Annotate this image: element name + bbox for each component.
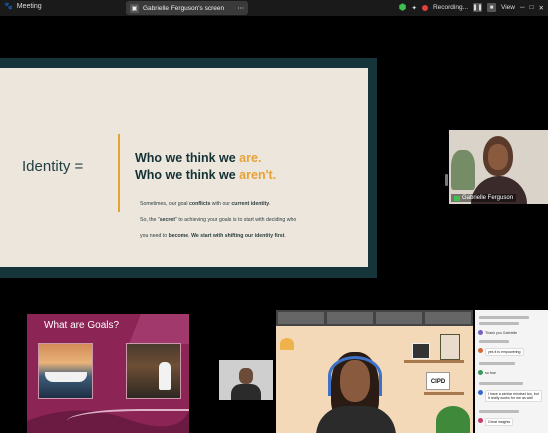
top-bar-controls: ⬢ ✦ Recording... ❚❚ ■ View ─ □ ✕ (399, 2, 544, 13)
recording-label: Recording... (432, 4, 469, 11)
speaker-name: Gabrielle Ferguson (462, 195, 514, 201)
goals-slide-tile[interactable]: What are Goals? (27, 314, 189, 433)
hexagon-decoration (129, 314, 189, 344)
picture-frame (440, 334, 460, 360)
gallery-thumb[interactable] (278, 312, 324, 324)
chat-message: so true (485, 371, 496, 375)
chat-message: I have a similar mindset too, but it rea… (485, 390, 542, 402)
screen-share-indicator[interactable]: ▣ Gabrielle Ferguson's screen ⋯ (126, 1, 248, 15)
gallery-thumb[interactable] (376, 312, 422, 324)
chat-line (479, 410, 519, 413)
presenter-body (316, 406, 396, 433)
recording-icon (421, 4, 428, 11)
gallery-thumb[interactable] (327, 312, 373, 324)
share-label: Gabrielle Ferguson's screen (143, 4, 225, 12)
chat-line (479, 316, 529, 319)
cipd-badge: CIPD (426, 372, 450, 390)
speaker-face (488, 144, 508, 170)
person-shape (159, 362, 171, 390)
shield-icon[interactable]: ⬢ (399, 2, 407, 13)
panel-resize-handle[interactable] (445, 174, 448, 186)
identity-label: Identity = (22, 158, 84, 175)
wall-shelf (424, 392, 464, 395)
speaker-video-tile[interactable]: Gabrielle Ferguson (449, 130, 548, 204)
goals-title: What are Goals? (44, 320, 120, 331)
speaker-name-tag: Gabrielle Ferguson (451, 194, 517, 202)
wave-line-decoration (67, 409, 189, 429)
more-options-icon[interactable]: ⋯ (238, 4, 245, 12)
maximize-icon[interactable]: □ (530, 4, 534, 11)
chat-line (479, 322, 519, 325)
participant-face (239, 368, 253, 384)
headset-icon (328, 356, 382, 396)
shared-screen: Identity = Who we think we are. Who we t… (0, 58, 377, 278)
chat-line (479, 362, 515, 365)
minimize-icon[interactable]: ─ (520, 4, 525, 11)
paw-icon: 🐾 (4, 3, 13, 10)
screen-icon: ▣ (130, 3, 139, 13)
close-icon[interactable]: ✕ (539, 4, 544, 12)
stop-recording-button[interactable]: ■ (487, 3, 497, 12)
avatar (478, 370, 483, 375)
presentation-slide: Identity = Who we think we are. Who we t… (0, 68, 368, 267)
slide-body: Sometimes, our goal conflicts with our c… (140, 201, 297, 239)
meeting-top-bar: 🐾 Meeting ▣ Gabrielle Ferguson's screen … (0, 0, 548, 16)
chat-message: yes it is empowering (485, 348, 524, 356)
app-title-area: 🐾 Meeting (4, 2, 42, 11)
chat-panel[interactable]: Thank you Gabrielle yes it is empowering… (475, 310, 548, 433)
avatar (478, 418, 483, 423)
chat-message: Great insights (485, 418, 514, 426)
accent-divider (118, 134, 120, 212)
avatar (478, 330, 483, 335)
lamp-decoration (280, 338, 294, 350)
view-button[interactable]: View (501, 4, 515, 11)
gallery-thumb[interactable] (425, 312, 471, 324)
picture-frame (412, 343, 430, 359)
bottom-video-strip: What are Goals? CIPD Thank you Gabrielle… (0, 310, 548, 433)
background-plant (451, 150, 475, 190)
signal-icon (454, 195, 460, 201)
pause-recording-button[interactable]: ❚❚ (472, 3, 483, 12)
interior-image (126, 343, 181, 399)
avatar (478, 348, 483, 353)
plant-decoration (436, 406, 470, 433)
meeting-title: Meeting (16, 2, 42, 10)
participant-body (231, 384, 261, 400)
cruise-ship-image (38, 343, 93, 399)
gallery-strip (276, 310, 473, 326)
chat-line (479, 340, 509, 343)
avatar (478, 390, 483, 395)
presenter-video-tile[interactable]: CIPD (276, 310, 473, 433)
participant-thumbnail[interactable] (219, 360, 273, 400)
chat-message: Thank you Gabrielle (485, 331, 518, 335)
ship-shape (45, 372, 87, 382)
chat-line (479, 382, 523, 385)
wall-shelf (404, 360, 464, 363)
slide-headline: Who we think we are. Who we think we are… (135, 151, 277, 182)
sparkle-icon[interactable]: ✦ (412, 4, 417, 12)
